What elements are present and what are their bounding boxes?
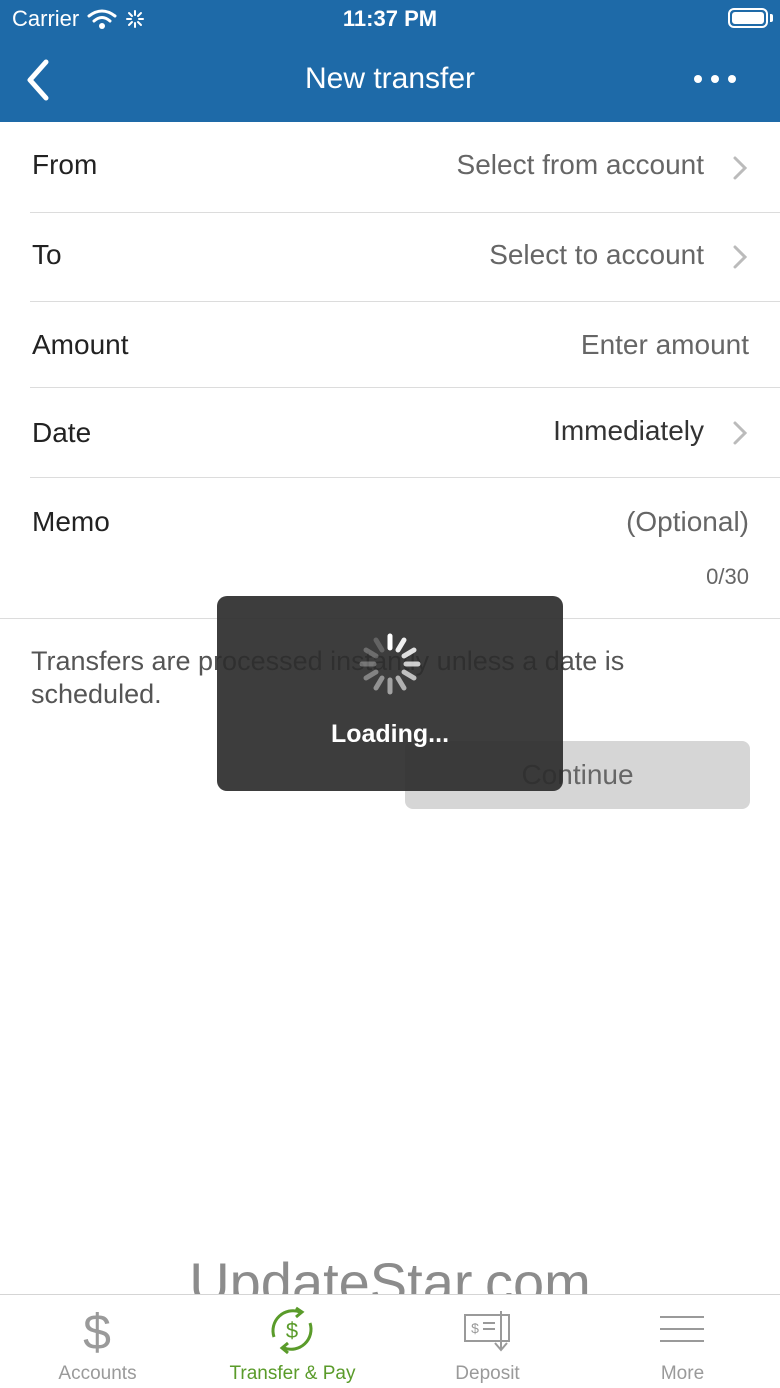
loading-text: Loading...: [330, 720, 450, 748]
amount-row[interactable]: Amount Enter amount: [30, 302, 780, 388]
loading-overlay: Loading...: [217, 596, 563, 791]
date-row[interactable]: Date Immediately: [30, 388, 780, 478]
date-select[interactable]: Immediately: [553, 415, 704, 447]
svg-text:$: $: [83, 1305, 111, 1355]
loading-spinner-icon: [359, 633, 421, 695]
date-label: Date: [32, 417, 92, 448]
memo-input[interactable]: (Optional): [626, 506, 749, 538]
dollar-icon: $: [83, 1305, 111, 1355]
tab-label: Transfer & Pay: [229, 1363, 356, 1384]
chevron-right-icon: [733, 421, 748, 445]
transfer-pay-icon: $: [271, 1306, 313, 1355]
from-account-select[interactable]: Select from account: [457, 149, 704, 181]
from-row[interactable]: From Select from account: [30, 122, 780, 213]
check-deposit-icon: $: [464, 1311, 510, 1352]
more-options-icon[interactable]: [690, 66, 740, 92]
to-account-select[interactable]: Select to account: [489, 239, 704, 271]
memo-label: Memo: [32, 506, 110, 537]
to-row[interactable]: To Select to account: [30, 213, 780, 302]
tab-label: More: [660, 1363, 705, 1384]
tab-bar: $ Accounts $ Transfer & Pay $ Deposit Mo…: [0, 1294, 780, 1388]
tab-more[interactable]: More: [585, 1295, 780, 1388]
tab-label: Deposit: [455, 1363, 520, 1384]
page-title: New transfer: [304, 62, 476, 95]
amount-input[interactable]: Enter amount: [581, 329, 749, 361]
chevron-right-icon: [733, 245, 748, 269]
tab-label: Accounts: [58, 1363, 137, 1384]
chevron-right-icon: [733, 156, 748, 180]
tab-transfer-pay[interactable]: $ Transfer & Pay: [195, 1295, 390, 1388]
svg-text:$: $: [286, 1318, 298, 1343]
to-label: To: [32, 239, 62, 270]
from-label: From: [32, 149, 98, 180]
tab-accounts[interactable]: $ Accounts: [0, 1295, 195, 1388]
svg-text:$: $: [471, 1320, 479, 1336]
tab-deposit[interactable]: $ Deposit: [390, 1295, 585, 1388]
battery-icon: [728, 8, 768, 28]
amount-label: Amount: [32, 329, 129, 360]
menu-icon: [660, 1316, 704, 1342]
status-time: 11:37 PM: [342, 6, 438, 31]
app-header: Carrier 11:37 PM New transfer: [0, 0, 780, 122]
battery-tip: [770, 14, 773, 22]
memo-character-counter: 0/30: [706, 564, 749, 589]
